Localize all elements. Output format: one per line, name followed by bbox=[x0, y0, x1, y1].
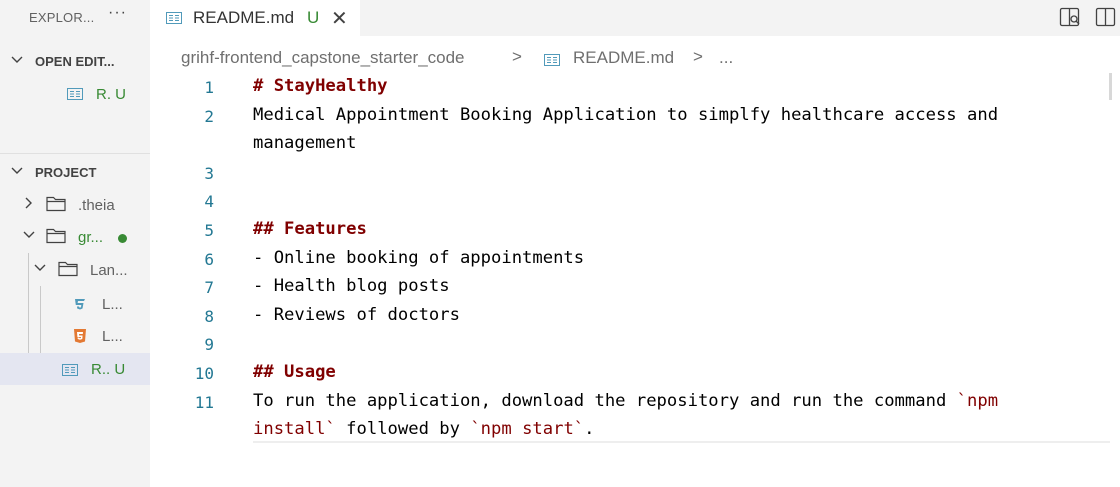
code-line[interactable]: Medical Appointment Booking Application … bbox=[253, 105, 998, 125]
code-line[interactable]: ## Usage bbox=[253, 362, 336, 382]
open-editor-item-readme[interactable]: R. U bbox=[0, 78, 150, 110]
modified-dot-icon bbox=[118, 234, 127, 243]
tree-item-css-file[interactable]: L... bbox=[0, 288, 150, 320]
open-editors-section-header[interactable]: OPEN EDIT... bbox=[0, 48, 150, 74]
tree-item-label: R.. U bbox=[91, 361, 126, 378]
inline-code: `npm start` bbox=[470, 419, 585, 440]
code-text: followed by bbox=[335, 419, 471, 440]
tree-item-readme-file[interactable]: R.. U bbox=[0, 353, 150, 385]
code-editor[interactable]: 1 2 3 4 5 6 7 8 9 10 11 # StayHealthy Medical Appoi… bbox=[150, 72, 1120, 487]
tree-item-project-folder[interactable]: gr... bbox=[0, 221, 150, 253]
chevron-down-icon bbox=[10, 53, 24, 70]
line-number: 4 bbox=[204, 192, 214, 212]
css-file-icon bbox=[73, 296, 87, 317]
tree-item-landing-folder[interactable]: Lan... bbox=[0, 254, 150, 286]
markdown-file-icon bbox=[166, 11, 182, 29]
markdown-heading: ## Features bbox=[253, 219, 367, 239]
line-number: 10 bbox=[194, 364, 214, 383]
code-text: Medical Appointment Booking Application … bbox=[253, 104, 999, 125]
code-text: management bbox=[253, 133, 357, 154]
breadcrumb-separator: > bbox=[512, 47, 522, 66]
folder-open-icon bbox=[46, 227, 66, 249]
code-line[interactable]: install` followed by `npm start`. bbox=[253, 419, 595, 439]
markdown-file-icon bbox=[544, 51, 560, 71]
more-actions-button[interactable]: ··· bbox=[108, 4, 127, 22]
line-number: 5 bbox=[204, 221, 214, 240]
explorer-title: EXPLOR... bbox=[29, 10, 95, 25]
breadcrumb-separator: > bbox=[693, 47, 703, 66]
tab-label: README.md bbox=[193, 8, 295, 27]
project-section-header[interactable]: PROJECT bbox=[0, 159, 150, 185]
inline-code: install` bbox=[253, 419, 336, 440]
project-label: PROJECT bbox=[35, 165, 97, 180]
folder-open-icon bbox=[58, 260, 78, 282]
explorer-header: EXPLOR... ··· bbox=[0, 0, 150, 36]
overview-ruler bbox=[1109, 73, 1112, 100]
line-number: 3 bbox=[204, 163, 214, 183]
breadcrumb-more[interactable]: ... bbox=[719, 48, 733, 68]
open-preview-to-side-icon[interactable] bbox=[1059, 6, 1081, 33]
tree-item-label: L... bbox=[102, 328, 123, 345]
tree-item-label: Lan... bbox=[90, 262, 128, 279]
untracked-status-badge: U bbox=[307, 8, 320, 27]
tree-item-label: .theia bbox=[78, 197, 115, 214]
current-line-highlight bbox=[253, 441, 1110, 443]
code-line[interactable]: ## Features bbox=[253, 219, 367, 239]
tree-item-label: gr... bbox=[78, 229, 104, 246]
code-line[interactable]: - Online booking of appointments bbox=[253, 248, 584, 268]
line-number: 2 bbox=[204, 106, 214, 126]
markdown-file-icon bbox=[67, 87, 83, 105]
line-number: 8 bbox=[204, 306, 214, 326]
code-text: - Health blog posts bbox=[253, 276, 450, 297]
line-number: 1 bbox=[204, 78, 214, 97]
tree-item-label: L... bbox=[102, 296, 123, 313]
markdown-heading: ## Usage bbox=[253, 362, 336, 382]
split-editor-icon[interactable] bbox=[1095, 6, 1117, 33]
chevron-down-icon bbox=[22, 228, 36, 245]
open-editor-label: R. U bbox=[96, 86, 126, 103]
line-number: 9 bbox=[204, 335, 214, 355]
open-editors-label: OPEN EDIT... bbox=[35, 54, 115, 69]
code-text: . bbox=[584, 419, 595, 440]
markdown-heading: # StayHealthy bbox=[253, 76, 388, 96]
code-line[interactable]: - Reviews of doctors bbox=[253, 305, 460, 325]
chevron-down-icon bbox=[33, 261, 47, 278]
breadcrumb-folder[interactable]: grihf-frontend_capstone_starter_code bbox=[181, 48, 465, 68]
markdown-file-icon bbox=[62, 363, 78, 381]
code-line[interactable]: - Health blog posts bbox=[253, 276, 450, 296]
line-number: 11 bbox=[194, 392, 214, 412]
html-file-icon bbox=[73, 328, 87, 349]
section-divider bbox=[0, 153, 150, 154]
code-line[interactable]: # StayHealthy bbox=[253, 76, 388, 96]
folder-icon bbox=[46, 195, 66, 217]
chevron-right-icon bbox=[22, 196, 36, 213]
code-line[interactable]: management bbox=[253, 133, 356, 153]
line-number: 7 bbox=[204, 278, 214, 298]
code-text: - Reviews of doctors bbox=[253, 304, 460, 325]
tab-readme[interactable]: README.md U ✕ bbox=[150, 0, 360, 36]
inline-code: `npm bbox=[956, 390, 999, 411]
close-tab-button[interactable]: ✕ bbox=[331, 6, 348, 31]
code-text: To run the application, download the rep… bbox=[253, 390, 957, 411]
code-text: - Online booking of appointments bbox=[253, 247, 585, 268]
chevron-down-icon bbox=[10, 164, 24, 181]
editor-tab-bar: README.md U ✕ bbox=[150, 0, 1120, 36]
line-number: 6 bbox=[204, 249, 214, 269]
tree-item-html-file[interactable]: L... bbox=[0, 320, 150, 352]
explorer-sidebar: EXPLOR... ··· OPEN EDIT... R. U PROJECT … bbox=[0, 0, 150, 487]
breadcrumb-file[interactable]: README.md bbox=[573, 48, 674, 68]
tree-item-theia-folder[interactable]: .theia bbox=[0, 189, 150, 221]
code-line[interactable]: To run the application, download the rep… bbox=[253, 391, 998, 411]
